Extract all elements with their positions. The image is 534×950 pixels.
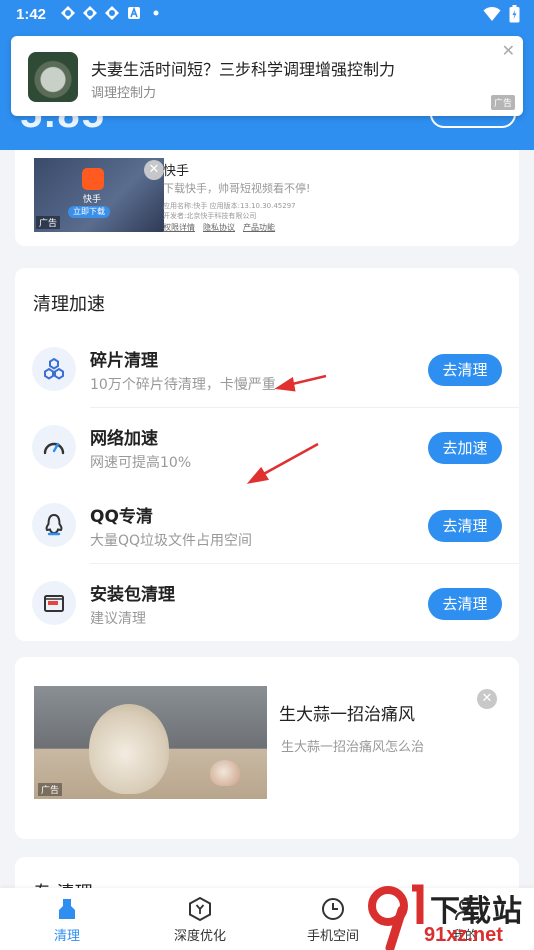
close-icon[interactable]: ✕ bbox=[502, 41, 515, 60]
list-item-qq-clean[interactable]: QQ专清 大量QQ垃圾文件占用空间 去清理 bbox=[15, 486, 519, 564]
clean-button[interactable]: 去清理 bbox=[428, 354, 502, 386]
ad-download-button[interactable]: 立即下载 bbox=[68, 206, 110, 218]
kuaishou-logo-icon bbox=[82, 168, 104, 190]
section-title: 清理加速 bbox=[33, 294, 105, 315]
item-title: 碎片清理 bbox=[90, 351, 158, 371]
item-title: 安装包清理 bbox=[90, 585, 175, 605]
notification-thumbnail bbox=[28, 52, 78, 102]
ad-card-kuaishou[interactable]: 快手 立即下载 ✕ 广告 快手 下载快手，帅哥短视频看不停! 应用名称:快手 应… bbox=[15, 150, 519, 246]
nav-label: 手机空间 bbox=[306, 929, 359, 944]
close-icon[interactable]: ✕ bbox=[477, 689, 497, 709]
ad-tag: 广告 bbox=[38, 783, 63, 796]
watermark-logo-icon bbox=[368, 884, 424, 950]
item-title: QQ专清 bbox=[90, 507, 153, 527]
watermark-url: 91xz.net bbox=[424, 924, 503, 946]
item-title: 网络加速 bbox=[90, 429, 158, 449]
ad-meta-developer: 开发者:北京快手科技有限公司 bbox=[163, 212, 257, 220]
ad-tag: 广告 bbox=[36, 216, 61, 229]
nav-label: 清理 bbox=[53, 929, 80, 944]
dot-icon bbox=[153, 10, 159, 16]
ad-tag: 广告 bbox=[490, 95, 515, 110]
hexagon-icon bbox=[189, 896, 211, 922]
wifi-icon bbox=[483, 6, 501, 21]
status-notification-icons bbox=[60, 5, 164, 21]
notification-banner[interactable]: 夫妻生活时间短？三步科学调理增强控制力 调理控制力 ✕ 广告 bbox=[11, 36, 523, 116]
notification-title: 夫妻生活时间短？三步科学调理增强控制力 bbox=[91, 60, 396, 79]
app-icon bbox=[105, 6, 119, 20]
status-right-icons bbox=[483, 5, 520, 23]
ad-tag-label: 广告 bbox=[493, 99, 512, 109]
ad-title: 生大蒜一招治痛风 bbox=[279, 705, 415, 725]
qq-penguin-icon bbox=[32, 503, 76, 547]
list-item-fragment-clean[interactable]: 碎片清理 10万个碎片待清理，卡慢严重 去清理 bbox=[15, 330, 519, 408]
close-icon[interactable]: ✕ bbox=[144, 160, 164, 180]
ad-thumbnail[interactable]: 快手 立即下载 ✕ 广告 bbox=[34, 158, 164, 232]
a-icon bbox=[128, 6, 140, 19]
ad-card-garlic[interactable]: 广告 生大蒜一招治痛风 生大蒜一招治痛风怎么治 ✕ bbox=[15, 657, 519, 839]
item-subtitle: 建议清理 bbox=[90, 611, 146, 627]
watermark: 下载站 91xz.net bbox=[360, 884, 534, 950]
fragments-icon bbox=[32, 347, 76, 391]
clock-icon bbox=[322, 898, 344, 920]
nav-label: 深度优化 bbox=[173, 929, 226, 944]
garlic-clove-image bbox=[210, 760, 240, 786]
ad-meta-app-info: 应用名称:快手 应用版本:13.10.30.45297 bbox=[163, 202, 296, 210]
nav-tab-deep-optimize[interactable]: 深度优化 bbox=[155, 896, 245, 944]
list-item-network-boost[interactable]: 网络加速 网速可提高10% 去加速 bbox=[15, 408, 519, 486]
speedometer-icon bbox=[32, 425, 76, 469]
battery-icon bbox=[509, 5, 520, 23]
list-item-package-clean[interactable]: 安装包清理 建议清理 去清理 bbox=[15, 564, 519, 642]
ad-thumbnail-app-name: 快手 bbox=[83, 195, 102, 205]
boost-button[interactable]: 去加速 bbox=[428, 432, 502, 464]
ad-title: 快手 bbox=[163, 164, 190, 179]
item-subtitle: 10万个碎片待清理，卡慢严重 bbox=[90, 377, 276, 393]
ad-description: 下载快手，帅哥短视频看不停! bbox=[163, 182, 311, 195]
item-subtitle: 大量QQ垃圾文件占用空间 bbox=[90, 533, 253, 549]
ad-link-features[interactable]: 产品功能 bbox=[243, 222, 275, 233]
ad-description: 生大蒜一招治痛风怎么治 bbox=[281, 740, 425, 755]
ad-link-privacy[interactable]: 隐私协议 bbox=[203, 222, 235, 233]
clean-button[interactable]: 去清理 bbox=[428, 510, 502, 542]
status-bar: 1:42 bbox=[0, 0, 534, 30]
garlic-image bbox=[89, 704, 169, 794]
ad-image[interactable]: 广告 bbox=[34, 686, 267, 799]
nav-tab-clean[interactable]: 清理 bbox=[22, 896, 112, 944]
clean-button[interactable]: 去清理 bbox=[428, 588, 502, 620]
item-subtitle: 网速可提高10% bbox=[90, 455, 192, 471]
broom-icon bbox=[59, 899, 75, 919]
ad-link-permissions[interactable]: 权限详情 bbox=[163, 222, 195, 233]
package-icon bbox=[32, 581, 76, 625]
notification-subtitle: 调理控制力 bbox=[91, 86, 157, 101]
status-time: 1:42 bbox=[16, 6, 47, 23]
app-icon bbox=[61, 6, 75, 20]
clean-speedup-card: 清理加速 碎片清理 10万个碎片待清理，卡慢严重 去清理 网络加速 网速可提高1… bbox=[15, 268, 519, 641]
app-icon bbox=[83, 6, 97, 20]
ad-links: 权限详情 隐私协议 产品功能 bbox=[163, 222, 275, 233]
